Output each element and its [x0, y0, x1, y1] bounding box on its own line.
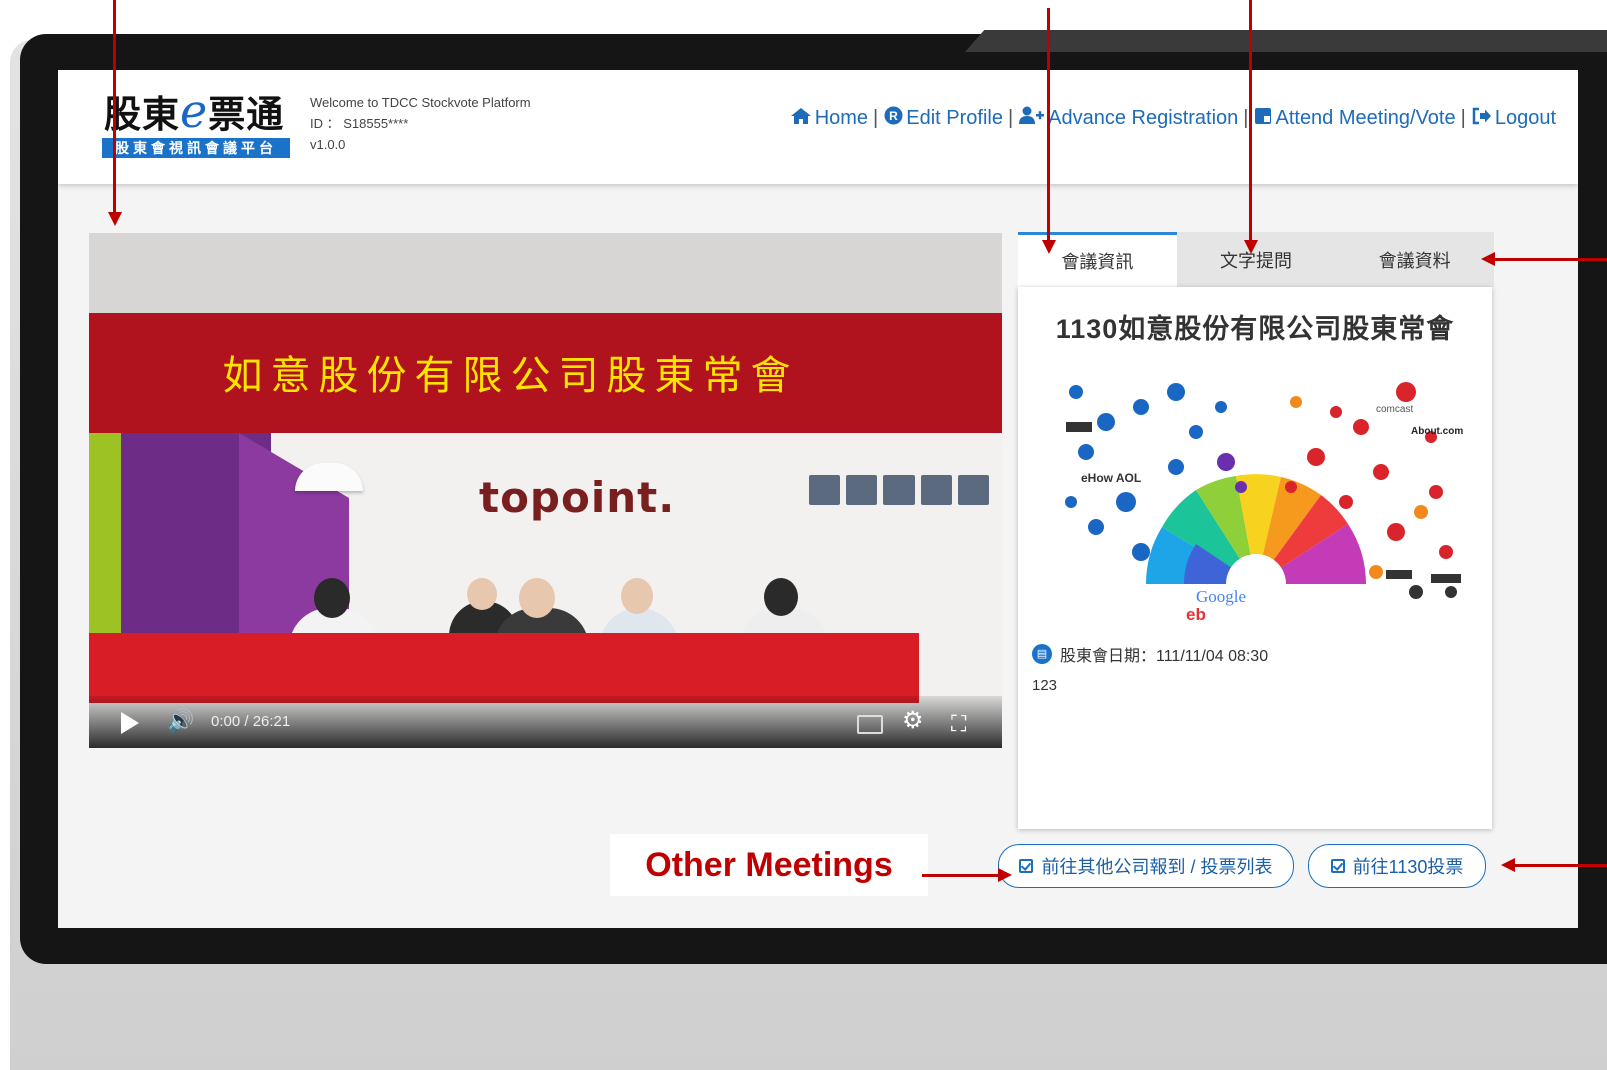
nav-logout-label: Logout	[1494, 107, 1556, 129]
video-scene-head	[764, 578, 798, 616]
svg-text:eHow AOL: eHow AOL	[1081, 471, 1141, 485]
video-player[interactable]: 如意股份有限公司股東常會 topoint. 🔊 0:00 / 26:21 ⚙ ⛶	[89, 233, 1002, 748]
sign-out-icon	[1472, 107, 1492, 131]
other-companies-button-label: 前往其他公司報到 / 投票列表	[1041, 857, 1273, 877]
meeting-image: Google eb eHow AOL comcast About.com	[1065, 382, 1463, 624]
welcome-text: Welcome to TDCC Stockvote Platform	[310, 95, 531, 110]
meeting-date: 股東會日期：111/11/04 08:30	[1060, 648, 1269, 665]
nav-edit-profile-label: Edit Profile	[906, 107, 1003, 129]
top-header: 股東e票通 股東會視訊會議平台 Welcome to TDCC Stockvot…	[58, 70, 1578, 184]
nav-separator: |	[873, 107, 879, 129]
captions-icon[interactable]	[857, 715, 883, 734]
user-info: Welcome to TDCC Stockvote Platform ID ： …	[310, 92, 531, 155]
check-box-icon	[1019, 859, 1034, 873]
video-scene-ceiling	[89, 233, 1002, 313]
logo[interactable]: 股東e票通	[104, 84, 284, 138]
logo-subtitle: 股東會視訊會議平台	[102, 138, 290, 158]
svg-text:eb: eb	[1186, 605, 1206, 624]
video-scene-sign	[809, 475, 990, 505]
annotation-arrow	[922, 874, 1000, 877]
video-scene-table	[89, 633, 919, 703]
meeting-description: 123	[1032, 677, 1058, 694]
annotation-arrow	[113, 0, 116, 214]
nav-attend-meeting-vote-label: Attend Meeting/Vote	[1275, 107, 1456, 129]
video-scene-head	[621, 578, 653, 614]
annotation-arrowhead	[998, 868, 1012, 882]
main-nav: Home | R Edit Profile | Advance Registra…	[790, 106, 1556, 131]
video-scene-head	[467, 578, 497, 610]
annotation-arrowhead	[1042, 240, 1056, 254]
nav-advance-registration[interactable]: Advance Registration	[1019, 106, 1238, 131]
annotation-arrow	[1047, 8, 1050, 242]
tab-meeting-materials[interactable]: 會議資料	[1335, 232, 1495, 287]
user-id: ID ： S18555****	[310, 116, 409, 131]
video-banner-text: 如意股份有限公司股東常會	[222, 353, 799, 399]
nav-edit-profile[interactable]: R Edit Profile	[884, 106, 1003, 131]
vote-button-label: 前往1130投票	[1352, 857, 1464, 877]
video-scene-head	[519, 578, 555, 618]
home-icon	[790, 107, 812, 131]
video-scene-lamp	[295, 463, 363, 491]
registered-icon: R	[884, 106, 903, 131]
svg-text:Google: Google	[1196, 587, 1246, 606]
video-controls: 🔊 0:00 / 26:21 ⚙ ⛶	[89, 696, 1002, 748]
svg-text:About.com: About.com	[1411, 426, 1463, 437]
annotation-arrow	[1515, 864, 1607, 867]
meeting-date-row: ▤ 股東會日期：111/11/04 08:30	[1032, 642, 1268, 666]
video-time: 0:00 / 26:21	[211, 713, 291, 730]
calendar-icon: ▤	[1032, 644, 1052, 664]
annotation-arrowhead	[108, 212, 122, 226]
annotation-arrowhead	[1481, 252, 1495, 266]
nav-advance-registration-label: Advance Registration	[1048, 107, 1239, 129]
monitor-top-edge	[965, 30, 1607, 52]
video-brand-text: topoint.	[479, 473, 676, 522]
meeting-info-panel: 1130如意股份有限公司股東常會 Google eb eHow AOL comc…	[1018, 287, 1492, 829]
other-companies-button[interactable]: 前往其他公司報到 / 投票列表	[998, 844, 1294, 888]
check-box-icon	[1330, 859, 1345, 873]
play-icon[interactable]	[121, 712, 139, 734]
nav-home-label: Home	[814, 107, 869, 129]
version-text: v1.0.0	[310, 137, 346, 152]
app-screen: 股東e票通 股東會視訊會議平台 Welcome to TDCC Stockvot…	[58, 70, 1578, 928]
gear-icon[interactable]: ⚙	[902, 706, 924, 735]
annotation-arrow	[1495, 258, 1607, 261]
meeting-title: 1130如意股份有限公司股東常會	[1055, 314, 1455, 344]
annotation-arrow	[1249, 0, 1252, 242]
volume-icon[interactable]: 🔊	[167, 708, 194, 734]
vote-button[interactable]: 前往1130投票	[1308, 844, 1486, 888]
annotation-arrowhead	[1244, 240, 1258, 254]
fullscreen-icon[interactable]: ⛶	[951, 711, 966, 737]
logo-text-2: 票通	[208, 92, 285, 136]
nav-logout[interactable]: Logout	[1472, 107, 1556, 131]
nav-attend-meeting-vote[interactable]: Attend Meeting/Vote	[1254, 107, 1456, 131]
nav-separator: |	[1007, 107, 1014, 129]
video-scene-head	[314, 578, 350, 618]
logo-e-glyph: e	[180, 84, 209, 138]
user-plus-icon	[1019, 106, 1045, 131]
svg-text:R: R	[889, 109, 898, 123]
annotation-arrowhead	[1501, 858, 1515, 872]
annotation-label: Other Meetings	[610, 834, 928, 896]
nav-separator: |	[1243, 107, 1249, 129]
ballot-icon	[1254, 107, 1272, 131]
nav-home[interactable]: Home	[790, 107, 868, 131]
svg-text:comcast: comcast	[1376, 404, 1413, 415]
nav-separator: |	[1460, 107, 1466, 129]
